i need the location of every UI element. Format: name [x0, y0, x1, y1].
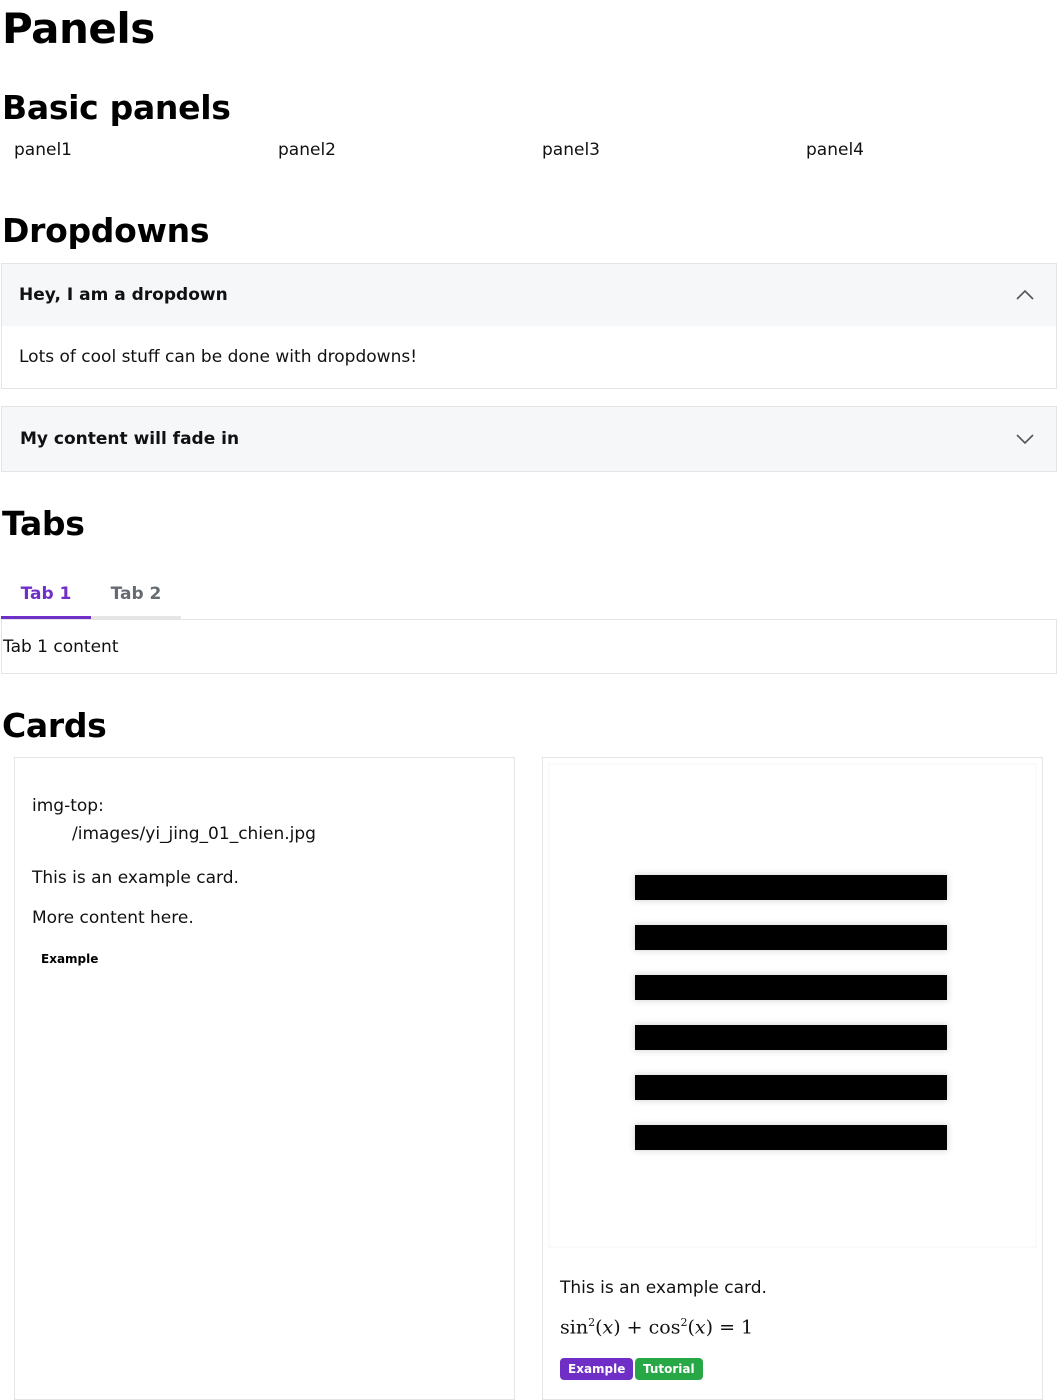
hexagram-line	[635, 1125, 947, 1150]
card-1: img-top: /images/yi_jing_01_chien.jpg Th…	[14, 757, 515, 1400]
example-badge: Example	[560, 1358, 634, 1380]
panels-row: panel1 panel2 panel3 panel4	[0, 140, 1057, 166]
math-equation: sin2(x) + cos2(x) = 1	[560, 1316, 754, 1339]
card-text: This is an example card.	[32, 868, 239, 888]
dropdown-title: Hey, I am a dropdown	[19, 285, 228, 305]
dropdown-header[interactable]: Hey, I am a dropdown	[2, 264, 1056, 326]
page-title: Panels	[2, 4, 155, 53]
card-text: This is an example card.	[560, 1278, 767, 1298]
hexagram-line	[635, 1075, 947, 1100]
chevron-down-icon[interactable]	[1016, 433, 1034, 445]
dropdown-header[interactable]: My content will fade in	[2, 407, 1056, 471]
tab-2[interactable]: Tab 2	[91, 572, 181, 619]
hexagram-image	[548, 763, 1037, 1248]
tab-content: Tab 1 content	[1, 619, 1057, 674]
tutorial-badge: Tutorial	[635, 1358, 703, 1380]
panel-2: panel2	[278, 140, 336, 160]
dropdown-expanded: Hey, I am a dropdown Lots of cool stuff …	[1, 263, 1057, 389]
dropdown-body: Lots of cool stuff can be done with drop…	[19, 347, 418, 367]
hexagram-line	[635, 925, 947, 950]
tabs: Tab 1 Tab 2 Tab 1 content	[1, 572, 1057, 674]
chevron-up-icon[interactable]	[1016, 289, 1034, 301]
hexagram-line	[635, 875, 947, 900]
card-2: This is an example card. sin2(x) + cos2(…	[542, 757, 1043, 1400]
tab-bar: Tab 1 Tab 2	[1, 572, 1057, 619]
img-top-label: img-top:	[32, 796, 104, 816]
dropdown-collapsed: My content will fade in	[1, 406, 1057, 472]
hexagram-line	[635, 1025, 947, 1050]
basic-panels-heading: Basic panels	[2, 88, 231, 127]
hexagram-line	[635, 975, 947, 1000]
panel-3: panel3	[542, 140, 600, 160]
tabs-heading: Tabs	[2, 504, 85, 543]
dropdowns-heading: Dropdowns	[2, 211, 210, 250]
dropdown-title: My content will fade in	[20, 429, 240, 449]
panel-1: panel1	[14, 140, 72, 160]
example-badge: Example	[41, 952, 99, 966]
panel-4: panel4	[806, 140, 864, 160]
cards-heading: Cards	[2, 706, 107, 745]
card-more-text: More content here.	[32, 908, 194, 928]
tab-1[interactable]: Tab 1	[1, 572, 91, 619]
img-top-value: /images/yi_jing_01_chien.jpg	[72, 824, 316, 844]
